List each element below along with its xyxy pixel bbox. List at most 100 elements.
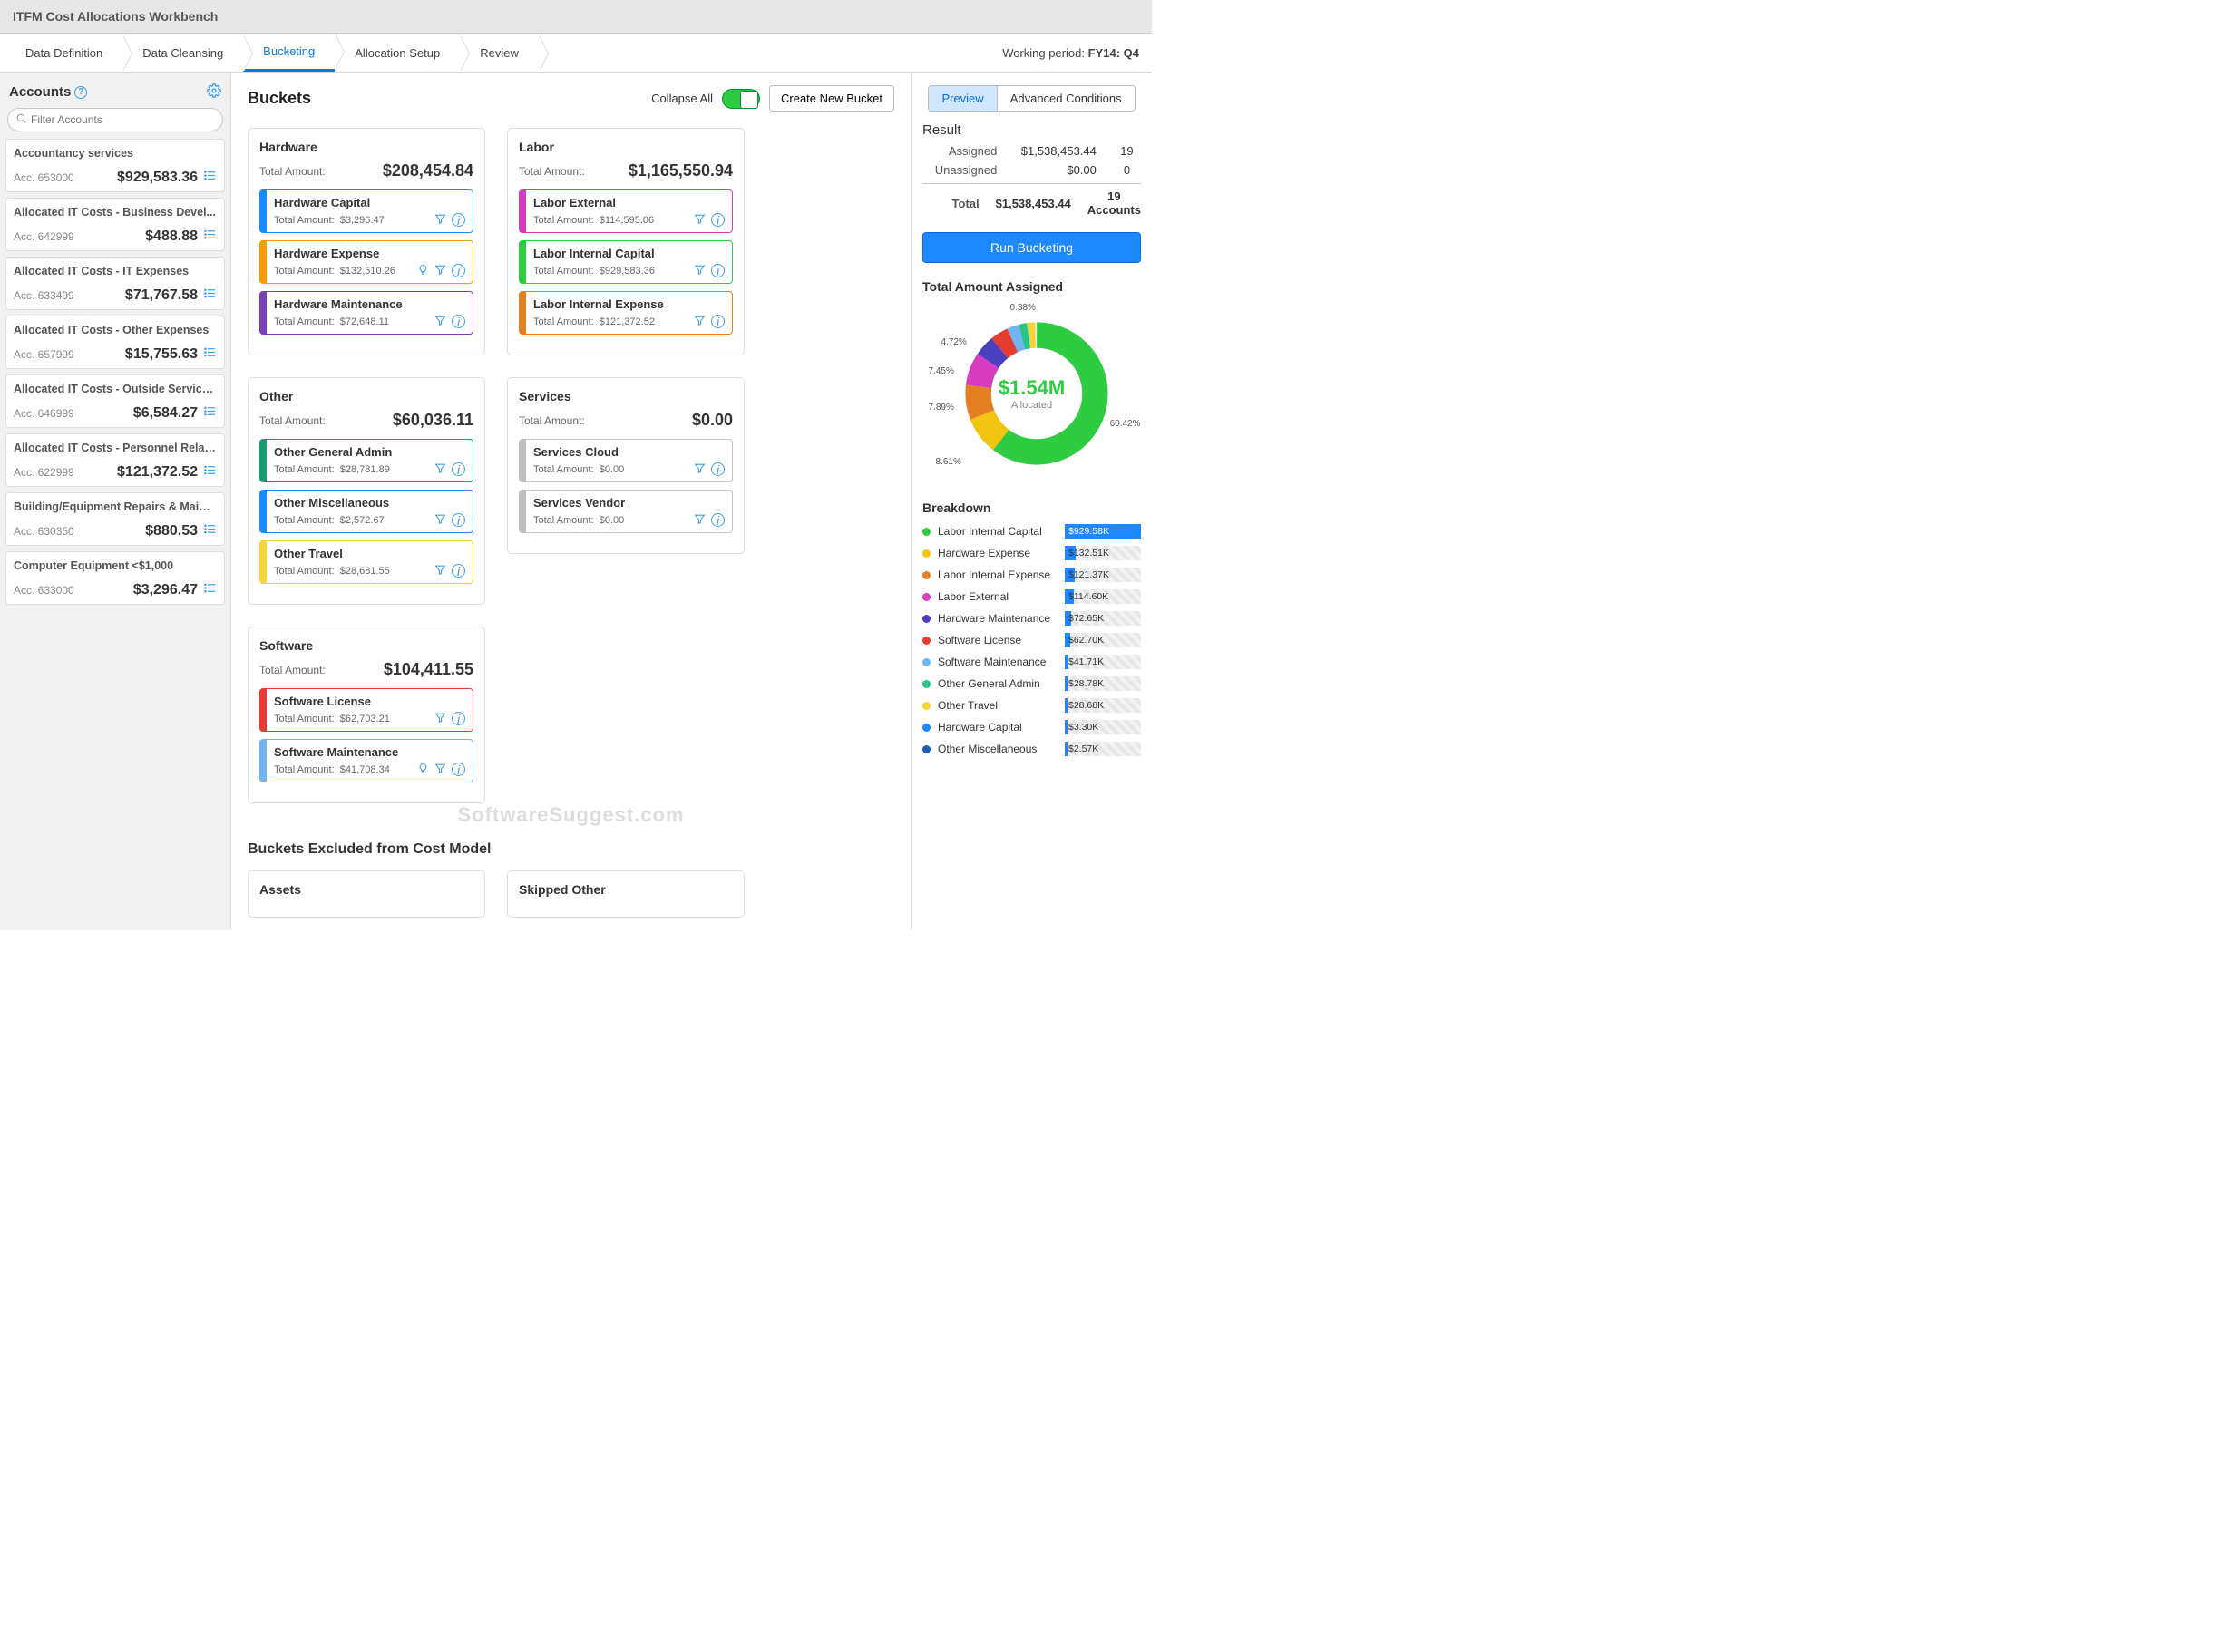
funnel-icon[interactable] bbox=[434, 315, 446, 328]
funnel-icon[interactable] bbox=[694, 315, 706, 328]
breakdown-row: Other Miscellaneous $2.57K bbox=[922, 742, 1141, 756]
info-icon[interactable]: i bbox=[711, 315, 725, 328]
account-card[interactable]: Computer Equipment <$1,000 Acc. 633000 $… bbox=[5, 551, 225, 605]
breakdown-bar: $28.68K bbox=[1065, 698, 1141, 713]
collapse-toggle[interactable] bbox=[722, 89, 760, 109]
account-card[interactable]: Allocated IT Costs - Outside Service... … bbox=[5, 374, 225, 428]
bucket-group[interactable]: Other Total Amount: $60,036.11 Other Gen… bbox=[248, 377, 485, 605]
steps-row: Data DefinitionData CleansingBucketingAl… bbox=[0, 34, 1152, 73]
sub-bucket[interactable]: Labor Internal Expense Total Amount: $12… bbox=[519, 291, 733, 335]
create-bucket-button[interactable]: Create New Bucket bbox=[769, 85, 894, 112]
breakdown-row: Software Maintenance $41.71K bbox=[922, 655, 1141, 669]
breakdown-bar: $132.51K bbox=[1065, 546, 1141, 560]
buckets-pane: Buckets Collapse All Create New Bucket H… bbox=[231, 73, 911, 930]
funnel-icon[interactable] bbox=[434, 264, 446, 277]
bulb-icon[interactable] bbox=[417, 763, 429, 776]
legend-dot bbox=[922, 658, 931, 666]
info-icon[interactable]: i bbox=[711, 513, 725, 527]
step-data-definition[interactable]: Data Definition bbox=[5, 35, 122, 71]
step-data-cleansing[interactable]: Data Cleansing bbox=[122, 35, 243, 71]
bucket-group[interactable]: Software Total Amount: $104,411.55 Softw… bbox=[248, 627, 485, 803]
info-icon[interactable]: i bbox=[452, 462, 465, 476]
account-card[interactable]: Allocated IT Costs - Personnel Relat... … bbox=[5, 433, 225, 487]
sub-bucket[interactable]: Hardware Capital Total Amount: $3,296.47… bbox=[259, 189, 473, 233]
sub-bucket[interactable]: Other Miscellaneous Total Amount: $2,572… bbox=[259, 490, 473, 533]
account-card[interactable]: Accountancy services Acc. 653000 $929,58… bbox=[5, 139, 225, 192]
info-icon[interactable]: i bbox=[452, 213, 465, 227]
funnel-icon[interactable] bbox=[694, 513, 706, 527]
accounts-sidebar: Accounts ? Accountancy services Acc. 653… bbox=[0, 73, 231, 930]
tab-preview[interactable]: Preview bbox=[929, 86, 997, 111]
list-icon[interactable] bbox=[203, 287, 217, 304]
step-bucketing[interactable]: Bucketing bbox=[243, 34, 335, 72]
sub-bucket[interactable]: Other General Admin Total Amount: $28,78… bbox=[259, 439, 473, 482]
info-icon[interactable]: i bbox=[452, 763, 465, 776]
help-icon[interactable]: ? bbox=[74, 86, 87, 99]
sub-bucket[interactable]: Other Travel Total Amount: $28,681.55 i bbox=[259, 540, 473, 584]
funnel-icon[interactable] bbox=[694, 213, 706, 227]
funnel-icon[interactable] bbox=[694, 462, 706, 476]
list-icon[interactable] bbox=[203, 169, 217, 186]
sub-bucket[interactable]: Labor External Total Amount: $114,595.06… bbox=[519, 189, 733, 233]
info-icon[interactable]: i bbox=[452, 315, 465, 328]
list-icon[interactable] bbox=[203, 228, 217, 245]
sub-bucket[interactable]: Software Maintenance Total Amount: $41,7… bbox=[259, 739, 473, 782]
sub-bucket[interactable]: Software License Total Amount: $62,703.2… bbox=[259, 688, 473, 732]
info-icon[interactable]: i bbox=[711, 264, 725, 277]
legend-dot bbox=[922, 637, 931, 645]
sub-bucket[interactable]: Services Cloud Total Amount: $0.00 i bbox=[519, 439, 733, 482]
account-card[interactable]: Allocated IT Costs - IT Expenses Acc. 63… bbox=[5, 257, 225, 310]
results-pane: Preview Advanced Conditions Result Assig… bbox=[911, 73, 1152, 930]
funnel-icon[interactable] bbox=[434, 213, 446, 227]
sub-bucket[interactable]: Hardware Expense Total Amount: $132,510.… bbox=[259, 240, 473, 284]
account-card[interactable]: Allocated IT Costs - Business Devel... A… bbox=[5, 198, 225, 251]
breakdown-title: Breakdown bbox=[922, 500, 1141, 515]
info-icon[interactable]: i bbox=[452, 513, 465, 527]
accounts-list: Accountancy services Acc. 653000 $929,58… bbox=[5, 139, 225, 605]
account-card[interactable]: Allocated IT Costs - Other Expenses Acc.… bbox=[5, 316, 225, 369]
step-allocation-setup[interactable]: Allocation Setup bbox=[335, 35, 460, 71]
legend-dot bbox=[922, 593, 931, 601]
breakdown-row: Other General Admin $28.78K bbox=[922, 676, 1141, 691]
filter-input[interactable] bbox=[31, 113, 215, 126]
funnel-icon[interactable] bbox=[694, 264, 706, 277]
sub-bucket[interactable]: Labor Internal Capital Total Amount: $92… bbox=[519, 240, 733, 284]
breakdown-row: Software License $62.70K bbox=[922, 633, 1141, 647]
bucket-group[interactable]: Hardware Total Amount: $208,454.84 Hardw… bbox=[248, 128, 485, 355]
info-icon[interactable]: i bbox=[452, 564, 465, 578]
funnel-icon[interactable] bbox=[434, 462, 446, 476]
funnel-icon[interactable] bbox=[434, 564, 446, 578]
donut-chart: $1.54M Allocated 60.42% 8.61% 7.89% 7.45… bbox=[932, 303, 1132, 484]
breakdown-bar: $3.30K bbox=[1065, 720, 1141, 734]
filter-accounts[interactable] bbox=[7, 108, 223, 131]
funnel-icon[interactable] bbox=[434, 763, 446, 776]
breakdown-row: Hardware Expense $132.51K bbox=[922, 546, 1141, 560]
excluded-group[interactable]: Skipped Other bbox=[507, 870, 745, 918]
funnel-icon[interactable] bbox=[434, 712, 446, 725]
sub-bucket[interactable]: Hardware Maintenance Total Amount: $72,6… bbox=[259, 291, 473, 335]
result-title: Result bbox=[922, 122, 1141, 138]
list-icon[interactable] bbox=[203, 345, 217, 363]
excluded-group[interactable]: Assets bbox=[248, 870, 485, 918]
account-card[interactable]: Building/Equipment Repairs & Maint... Ac… bbox=[5, 492, 225, 546]
sub-bucket[interactable]: Services Vendor Total Amount: $0.00 i bbox=[519, 490, 733, 533]
legend-dot bbox=[922, 724, 931, 732]
info-icon[interactable]: i bbox=[711, 462, 725, 476]
info-icon[interactable]: i bbox=[452, 712, 465, 725]
step-review[interactable]: Review bbox=[460, 35, 539, 71]
bulb-icon[interactable] bbox=[417, 264, 429, 277]
list-icon[interactable] bbox=[203, 404, 217, 422]
list-icon[interactable] bbox=[203, 522, 217, 539]
info-icon[interactable]: i bbox=[452, 264, 465, 277]
bucket-group[interactable]: Labor Total Amount: $1,165,550.94 Labor … bbox=[507, 128, 745, 355]
legend-dot bbox=[922, 549, 931, 558]
tab-advanced[interactable]: Advanced Conditions bbox=[998, 86, 1135, 111]
info-icon[interactable]: i bbox=[711, 213, 725, 227]
list-icon[interactable] bbox=[203, 463, 217, 481]
accounts-title: Accounts ? bbox=[9, 84, 87, 100]
list-icon[interactable] bbox=[203, 581, 217, 598]
gear-icon[interactable] bbox=[207, 83, 221, 101]
bucket-group[interactable]: Services Total Amount: $0.00 Services Cl… bbox=[507, 377, 745, 554]
funnel-icon[interactable] bbox=[434, 513, 446, 527]
run-bucketing-button[interactable]: Run Bucketing bbox=[922, 232, 1141, 263]
